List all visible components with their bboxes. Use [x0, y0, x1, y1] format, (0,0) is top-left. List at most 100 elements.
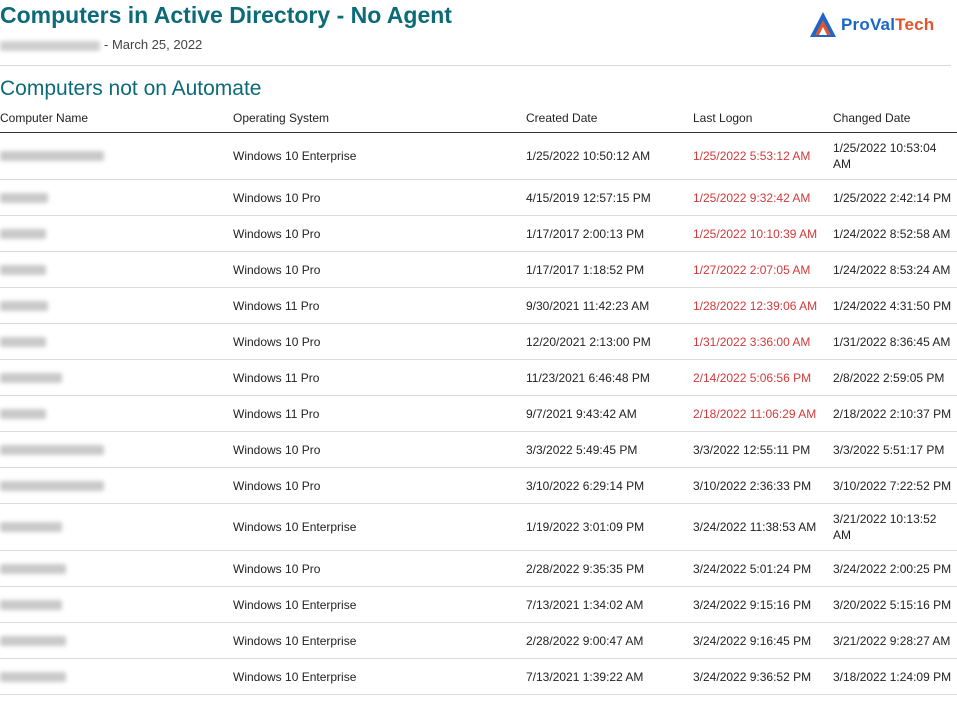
- cell-operating-system: Windows 10 Enterprise: [233, 149, 357, 163]
- cell-operating-system: Windows 10 Enterprise: [233, 669, 357, 684]
- cell-operating-system: Windows 10 Pro: [233, 442, 321, 457]
- table-row: Windows 10 Enterprise 7/13/2021 1:39:22 A…: [0, 659, 957, 695]
- section-title: Computers not on Automate: [0, 77, 262, 100]
- cell-computer-name-redacted: [0, 522, 150, 532]
- cell-operating-system: Windows 10 Pro: [233, 561, 321, 576]
- cell-operating-system: Windows 11 Pro: [233, 370, 320, 385]
- cell-last-logon: 1/27/2022 2:07:05 AM: [693, 262, 811, 277]
- cell-changed-date: 2/8/2022 2:59:05 PM: [833, 370, 945, 385]
- cell-computer-name-redacted: [0, 480, 150, 491]
- table-row: Windows 10 Enterprise 1/25/2022 10:50:12 …: [0, 133, 957, 180]
- table-row: Windows 10 Enterprise 2/28/2022 9:00:47 A…: [0, 623, 957, 659]
- cell-computer-name-redacted: [0, 444, 150, 455]
- cell-changed-date: 3/21/2022 9:28:27 AM: [833, 633, 951, 648]
- cell-changed-date: 1/25/2022 2:42:14 PM: [833, 190, 952, 205]
- cell-changed-date: 2/18/2022 2:10:37 PM: [833, 406, 952, 421]
- cell-computer-name-redacted: [0, 563, 150, 574]
- cell-changed-date: 1/31/2022 8:36:45 AM: [833, 334, 951, 349]
- table-row: Windows 10 Pro 4/15/2019 12:57:15 PM 1/25/…: [0, 180, 957, 216]
- cell-created-date: 1/17/2017 2:00:13 PM: [526, 226, 645, 241]
- table-row: Windows 10 Pro 12/20/2021 2:13:00 PM 1/31/…: [0, 324, 957, 360]
- cell-created-date: 1/25/2022 10:50:12 AM: [526, 149, 651, 163]
- table-row: Windows 11 Pro 9/30/2021 11:42:23 AM 1/28/…: [0, 288, 957, 324]
- cell-operating-system: Windows 10 Enterprise: [233, 597, 357, 612]
- cell-last-logon: 3/24/2022 9:16:45 PM: [693, 633, 812, 648]
- cell-created-date: 1/17/2017 1:18:52 PM: [526, 262, 645, 277]
- header-created-date: Created Date: [526, 111, 598, 125]
- cell-last-logon: 3/10/2022 2:36:33 PM: [693, 478, 812, 493]
- cell-created-date: 2/28/2022 9:35:35 PM: [526, 561, 645, 576]
- table-row: Windows 10 Enterprise 1/19/2022 3:01:09 P…: [0, 504, 957, 551]
- provaltech-logo-text: ProValTech: [841, 15, 935, 34]
- cell-changed-date: 3/21/2022 10:13:52 AM: [833, 512, 937, 542]
- cell-changed-date: 1/25/2022 10:53:04 AM: [833, 141, 937, 171]
- cell-changed-date: 1/24/2022 8:52:58 AM: [833, 226, 951, 241]
- cell-last-logon: 3/24/2022 11:38:53 AM: [693, 520, 817, 534]
- cell-created-date: 1/19/2022 3:01:09 PM: [526, 520, 645, 534]
- table-row: Windows 10 Pro 1/17/2017 2:00:13 PM 1/25/2…: [0, 216, 957, 252]
- cell-created-date: 2/28/2022 9:00:47 AM: [526, 633, 644, 648]
- header-computer-name: Computer Name: [0, 111, 89, 125]
- header-changed-date: Changed Date: [833, 111, 911, 125]
- provaltech-logo-icon: [810, 12, 836, 37]
- cell-last-logon: 1/25/2022 10:10:39 AM: [693, 226, 818, 241]
- cell-last-logon: 2/18/2022 11:06:29 AM: [693, 406, 817, 421]
- cell-computer-name-redacted: [0, 228, 150, 239]
- cell-created-date: 11/23/2021 6:46:48 PM: [526, 370, 650, 385]
- cell-changed-date: 3/18/2022 1:24:09 PM: [833, 669, 952, 684]
- cell-changed-date: 3/3/2022 5:51:17 PM: [833, 442, 945, 457]
- cell-computer-name-redacted: [0, 300, 150, 311]
- cell-operating-system: Windows 10 Pro: [233, 478, 321, 493]
- header-last-logon: Last Logon: [693, 111, 753, 125]
- cell-operating-system: Windows 11 Pro: [233, 298, 320, 313]
- cell-computer-name-redacted: [0, 151, 150, 161]
- cell-operating-system: Windows 11 Pro: [233, 406, 320, 421]
- cell-created-date: 9/7/2021 9:43:42 AM: [526, 406, 637, 421]
- cell-changed-date: 3/10/2022 7:22:52 PM: [833, 478, 952, 493]
- cell-operating-system: Windows 10 Pro: [233, 190, 321, 205]
- cell-last-logon: 1/25/2022 9:32:42 AM: [693, 190, 811, 205]
- cell-operating-system: Windows 10 Pro: [233, 334, 321, 349]
- cell-changed-date: 3/24/2022 2:00:25 PM: [833, 561, 952, 576]
- cell-computer-name-redacted: [0, 336, 150, 347]
- cell-operating-system: Windows 10 Pro: [233, 262, 321, 277]
- computers-table-body: Windows 10 Enterprise 1/25/2022 10:50:12 …: [0, 133, 957, 695]
- cell-last-logon: 3/3/2022 12:55:11 PM: [693, 442, 811, 457]
- report-date: - March 25, 2022: [104, 37, 203, 52]
- cell-computer-name-redacted: [0, 635, 150, 646]
- cell-created-date: 7/13/2021 1:39:22 AM: [526, 669, 644, 684]
- table-header: Computer Name Operating System Created D…: [0, 110, 957, 133]
- provaltech-logo: ProValTech: [808, 10, 953, 40]
- header-divider: [0, 65, 951, 66]
- cell-last-logon: 1/28/2022 12:39:06 AM: [693, 298, 818, 313]
- table-row: Windows 11 Pro 11/23/2021 6:46:48 PM 2/14/…: [0, 360, 957, 396]
- cell-last-logon: 3/24/2022 9:15:16 PM: [693, 597, 812, 612]
- cell-changed-date: 3/20/2022 5:15:16 PM: [833, 597, 952, 612]
- cell-computer-name-redacted: [0, 264, 150, 275]
- report-title: Computers in Active Directory - No Agent: [0, 2, 452, 28]
- cell-created-date: 4/15/2019 12:57:15 PM: [526, 190, 651, 205]
- cell-computer-name-redacted: [0, 671, 150, 682]
- cell-created-date: 12/20/2021 2:13:00 PM: [526, 334, 651, 349]
- cell-created-date: 9/30/2021 11:42:23 AM: [526, 298, 650, 313]
- table-row: Windows 11 Pro 9/7/2021 9:43:42 AM 2/18/20…: [0, 396, 957, 432]
- cell-changed-date: 1/24/2022 4:31:50 PM: [833, 298, 952, 313]
- report-subtitle: - March 25, 2022: [0, 37, 202, 52]
- cell-computer-name-redacted: [0, 599, 150, 610]
- cell-last-logon: 1/25/2022 5:53:12 AM: [693, 149, 811, 163]
- cell-last-logon: 3/24/2022 5:01:24 PM: [693, 561, 812, 576]
- cell-changed-date: 1/24/2022 8:53:24 AM: [833, 262, 951, 277]
- cell-created-date: 7/13/2021 1:34:02 AM: [526, 597, 644, 612]
- cell-operating-system: Windows 10 Enterprise: [233, 520, 357, 534]
- table-row: Windows 10 Enterprise 7/13/2021 1:34:02 A…: [0, 587, 957, 623]
- cell-last-logon: 3/24/2022 9:36:52 PM: [693, 669, 812, 684]
- cell-created-date: 3/10/2022 6:29:14 PM: [526, 478, 645, 493]
- cell-last-logon: 2/14/2022 5:06:56 PM: [693, 370, 812, 385]
- cell-computer-name-redacted: [0, 408, 150, 419]
- table-row: Windows 10 Pro 3/3/2022 5:49:45 PM 3/3/202…: [0, 432, 957, 468]
- cell-operating-system: Windows 10 Pro: [233, 226, 321, 241]
- cell-computer-name-redacted: [0, 192, 150, 203]
- table-row: Windows 10 Pro 2/28/2022 9:35:35 PM 3/24/2…: [0, 551, 957, 587]
- cell-last-logon: 1/31/2022 3:36:00 AM: [693, 334, 811, 349]
- cell-operating-system: Windows 10 Enterprise: [233, 633, 357, 648]
